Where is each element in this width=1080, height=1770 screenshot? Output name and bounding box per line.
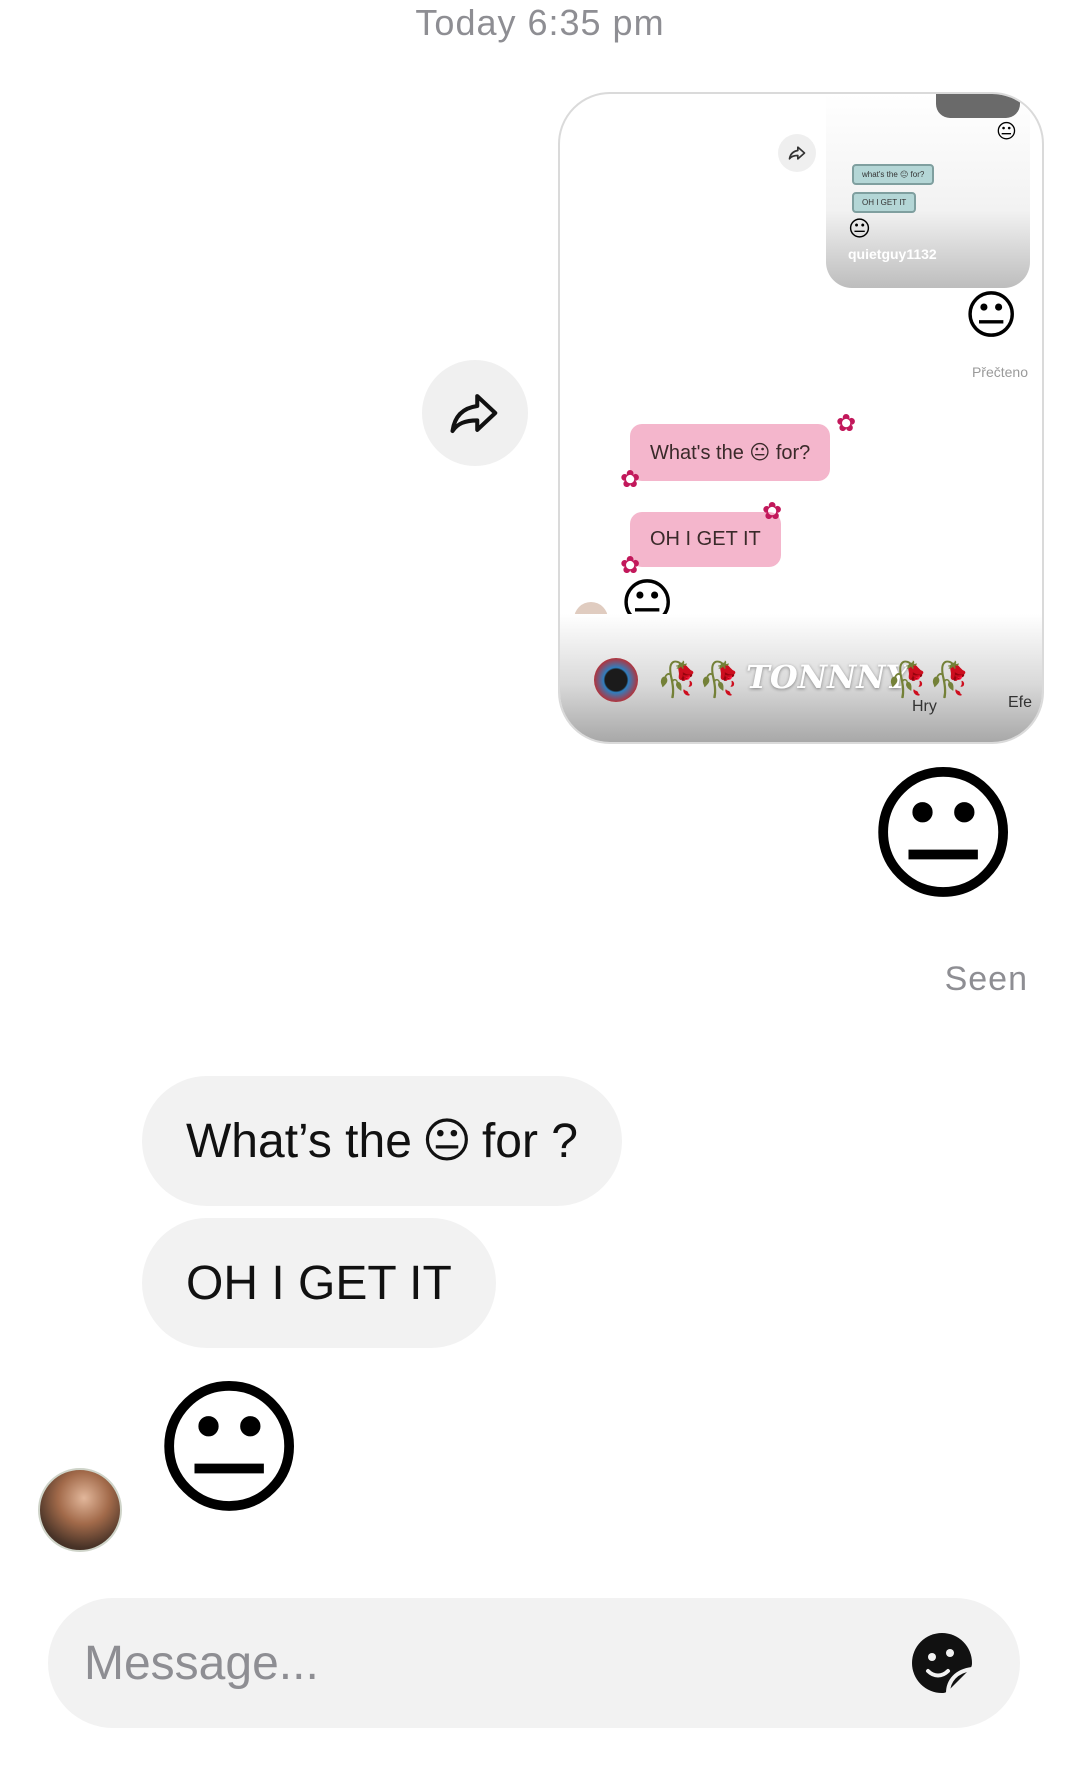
received-emoji-message[interactable]: 😐 (152, 1376, 306, 1524)
story-name: TONNNY (746, 658, 909, 696)
nested-bubble-2: OH I GET IT (852, 192, 917, 213)
post-bubble-1-prefix: What's the (650, 442, 744, 464)
post-pink-bubble-2: OH I GET IT (630, 512, 781, 567)
sticker-button[interactable] (908, 1629, 976, 1697)
flower-icon: ✿ (762, 498, 783, 525)
flower-icon: ✿ (620, 466, 641, 493)
post-pink-bubble-1: What's the 😐 for? (630, 424, 831, 481)
nested-top-bar (936, 94, 1020, 118)
received-message-1[interactable]: What’s the 😐 for ? (142, 1076, 622, 1206)
seen-status: Seen (944, 960, 1028, 998)
sent-emoji-message[interactable]: 😐 (866, 762, 1020, 910)
story-label-efe: Efe (1008, 694, 1033, 711)
avatar[interactable] (38, 1468, 122, 1552)
conversation-timestamp: Today 6:35 pm (415, 2, 665, 43)
post-emoji-right: 😐 (964, 287, 1019, 345)
message-1-suffix: for ? (481, 1114, 578, 1168)
nested-small-emoji: 😐 (996, 121, 1017, 143)
message-input[interactable] (84, 1598, 844, 1728)
message-composer (48, 1598, 1020, 1728)
nested-chat-preview: 😐 what's the 😐 for? OH I GET IT 😐 quietg… (826, 94, 1030, 288)
received-message-2[interactable]: OH I GET IT (142, 1218, 496, 1348)
sticker-icon (912, 1633, 973, 1694)
post-bubble-1-suffix: for? (775, 442, 811, 464)
share-arrow-icon (450, 394, 498, 434)
rose-icon: 🥀 (656, 661, 699, 699)
share-button[interactable] (422, 360, 528, 466)
story-avatar-icon (594, 658, 638, 702)
post-read-receipt: Přečteno (971, 364, 1028, 380)
nested-username: quietguy1132 (848, 246, 937, 262)
post-bubble-1-emoji: 😐 (749, 442, 771, 464)
story-label-hry: Hry (912, 698, 937, 715)
shared-post-card[interactable]: 😐 what's the 😐 for? OH I GET IT 😐 quietg… (558, 92, 1044, 744)
message-1-emoji: 😐 (421, 1115, 472, 1168)
message-1-prefix: What’s the (186, 1114, 412, 1168)
mini-share-icon (778, 134, 816, 172)
nested-bubble-1: what's the 😐 for? (852, 164, 935, 185)
rose-icon: 🥀 (928, 661, 971, 699)
rose-icon: 🥀 (886, 661, 929, 699)
rose-icon: 🥀 (698, 661, 741, 699)
shared-post-image: 😐 what's the 😐 for? OH I GET IT 😐 quietg… (560, 94, 1042, 742)
nested-emoji: 😐 (848, 216, 871, 241)
flower-icon: ✿ (836, 410, 857, 437)
